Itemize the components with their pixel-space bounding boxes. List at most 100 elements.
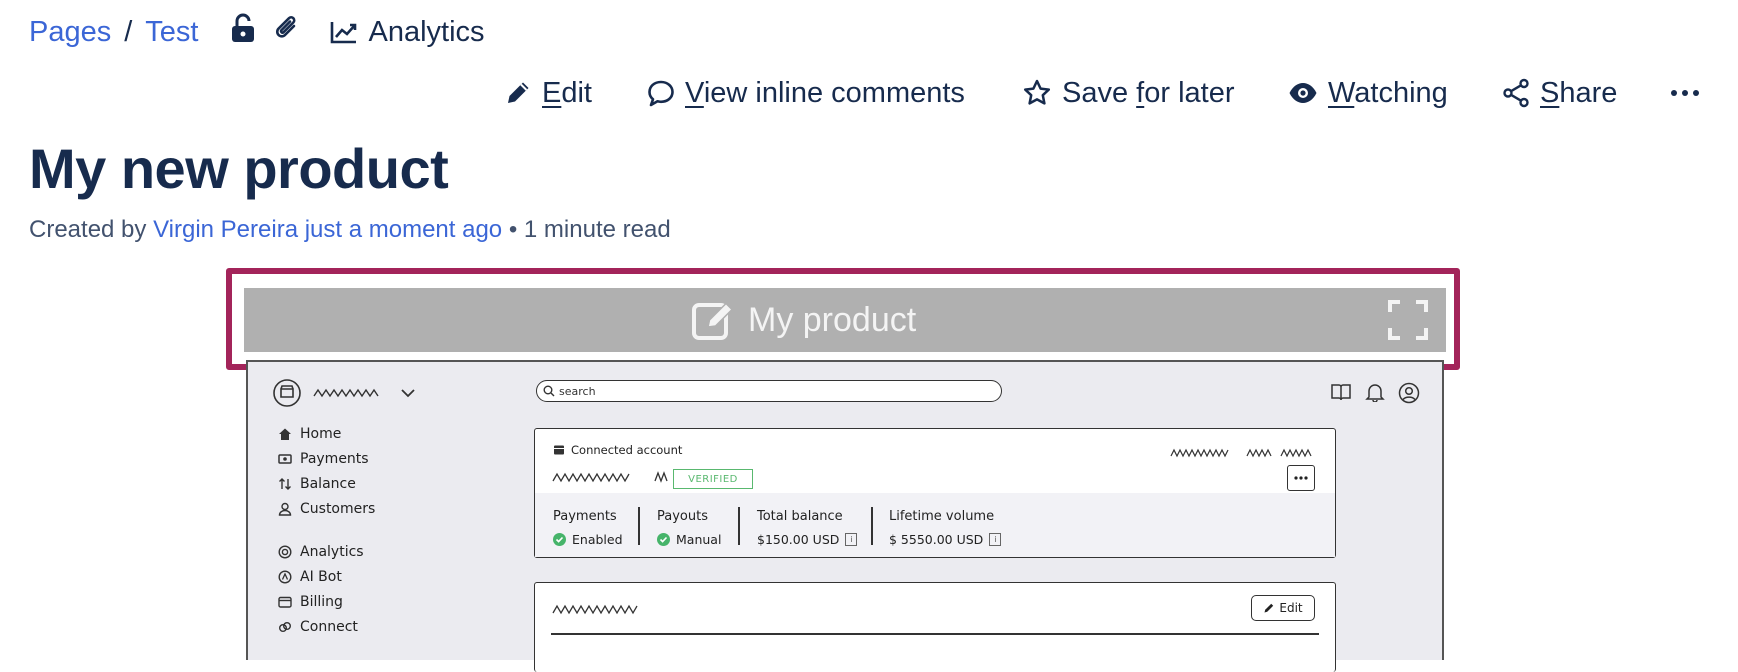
watching-button[interactable]: Watching [1288,74,1448,112]
sort-arrows-icon [279,478,291,490]
stat-payments: Payments Enabled [553,509,623,547]
nav-item-home[interactable]: Home [278,426,341,442]
book-icon[interactable] [1330,382,1352,402]
nav-label: Home [300,426,342,442]
edit-button[interactable]: Edit [504,74,592,112]
stat-lifetime-volume: Lifetime volume $ 5550.00 USD i [889,509,1002,547]
edit-square-icon [692,302,734,340]
bell-icon[interactable] [1364,382,1386,402]
mockup-edit-button[interactable]: Edit [1251,595,1315,621]
nav-label: AI Bot [300,569,342,585]
nav-label: Balance [300,476,356,492]
analytics-label: Analytics [368,15,485,48]
page-toolbar: Edit View inline comments Save for later… [0,74,1738,112]
connected-account-label: Connected account [571,443,683,457]
byline-separator: • [502,216,524,243]
fullscreen-icon[interactable] [1388,300,1428,345]
home-icon [279,428,291,440]
person-icon [278,502,292,516]
section-title-scribble [551,601,661,620]
stat-value: $ 5550.00 USD i [889,532,1002,547]
comment-icon [648,80,674,107]
stat-label: Lifetime volume [889,509,995,524]
info-icon[interactable]: i [845,533,858,546]
stat-payouts: Payouts Manual [657,509,721,547]
stat-total-balance: Total balance $150.00 USD i [757,509,858,547]
stat-divider [738,507,740,545]
breadcrumb-pages-link[interactable]: Pages [29,16,111,49]
stat-value: Manual [657,532,721,547]
breadcrumb-test-link[interactable]: Test [145,16,198,49]
eye-icon [1289,83,1317,103]
breadcrumb-separator: / [124,15,133,48]
ellipsis-icon [1671,90,1699,96]
attachment-icon[interactable] [274,14,300,50]
line-chart-icon [331,22,357,44]
account-name-scribble [551,469,669,489]
stat-label: Payments [553,509,617,524]
wireframe-mockup: search Home Payments Balance Customers A… [246,360,1444,672]
target-icon [278,545,292,559]
created-by-label: Created by [29,216,154,243]
stat-value: Enabled [553,532,623,547]
nav-label: Billing [300,594,343,610]
share-button[interactable]: Share [1502,74,1617,112]
payments-icon [278,454,292,464]
page-title: My new product [29,137,449,200]
account-switcher-scribble[interactable] [312,384,422,404]
nav-label: Connect [300,619,358,635]
analytics-link[interactable]: Analytics [330,15,485,49]
embed-header[interactable]: My product [244,288,1446,352]
search-placeholder: search [559,384,596,398]
stat-divider [638,507,640,545]
wallet-icon [278,596,292,608]
ellipsis-icon [1294,476,1308,480]
share-icon [1503,78,1529,108]
nav-item-billing[interactable]: Billing [278,594,343,610]
info-icon[interactable]: i [989,533,1002,546]
nav-item-ai-bot[interactable]: AI Bot [278,569,342,585]
edit-button-label: Edit [1279,601,1303,615]
nav-item-payments[interactable]: Payments [278,451,369,467]
stat-divider [871,507,873,545]
pencil-icon [508,82,529,103]
embed-title-text: My product [748,300,917,339]
stat-value: $150.00 USD i [757,532,858,547]
bot-icon [278,570,292,584]
nav-item-balance[interactable]: Balance [278,476,356,492]
save-for-later-button[interactable]: Save for later [1022,74,1235,112]
user-avatar-icon[interactable] [1398,382,1420,404]
page-history-link[interactable]: just a moment ago [305,216,502,243]
unlock-icon[interactable] [230,13,256,51]
verified-badge: VERIFIED [673,469,753,489]
divider [551,633,1319,635]
star-icon [1023,79,1051,105]
check-circle-icon [553,533,566,546]
account-stats-strip: Payments Enabled Payouts Manual Total ba… [535,493,1335,557]
link-icon [279,622,291,632]
mockup-top-icons [1330,382,1420,404]
nav-label: Payments [300,451,369,467]
author-link[interactable]: Virgin Pereira [153,216,298,243]
view-inline-comments-button[interactable]: View inline comments [647,74,965,112]
mockup-search-input[interactable]: search [536,380,1002,402]
page-byline: Created by Virgin Pereira just a moment … [29,216,671,244]
view-inline-comments-label: View inline comments [685,76,965,109]
search-icon [543,385,555,397]
nav-item-connect[interactable]: Connect [278,619,358,635]
breadcrumb: Pages / Test Analytics [29,13,485,51]
store-icon [554,445,564,455]
account-more-button[interactable] [1287,465,1315,491]
nav-label: Customers [300,501,376,517]
embed-title[interactable]: My product [692,298,916,342]
details-card: Edit [534,582,1336,672]
nav-item-analytics[interactable]: Analytics [278,544,364,560]
nav-item-customers[interactable]: Customers [278,501,375,517]
check-circle-icon [657,533,670,546]
nav-label: Analytics [300,544,364,560]
edit-label: Edit [542,76,592,109]
read-time: 1 minute read [523,216,671,243]
store-logo-icon [272,378,302,412]
more-actions-button[interactable] [1670,74,1700,112]
watching-label: Watching [1328,76,1448,109]
